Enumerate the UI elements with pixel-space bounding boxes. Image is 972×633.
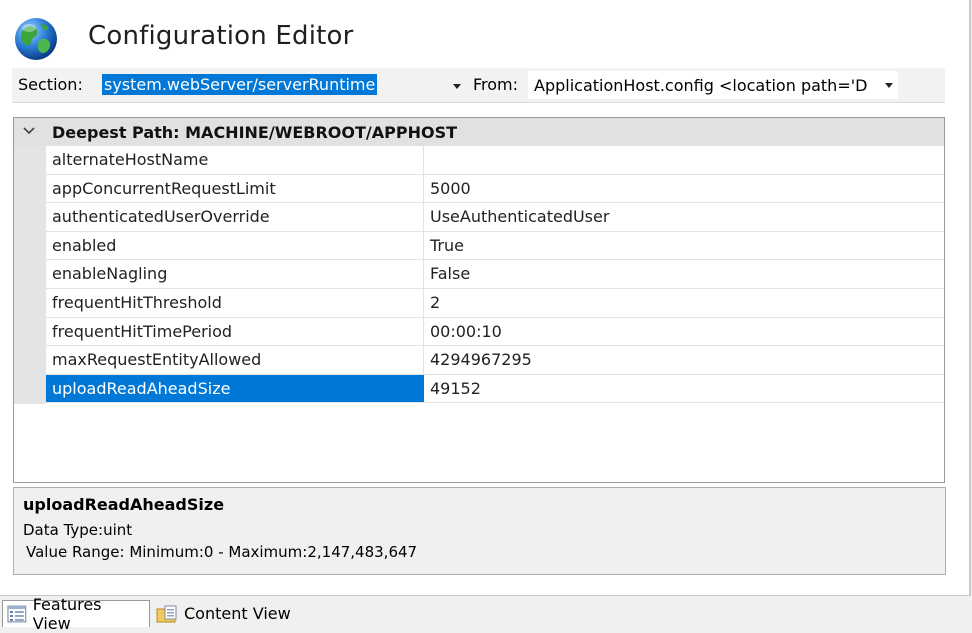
property-value[interactable]: 4294967295: [430, 346, 532, 374]
section-bar: Section: system.webServer/serverRuntime …: [12, 68, 945, 103]
property-row[interactable]: appConcurrentRequestLimit 5000: [46, 174, 944, 204]
property-row-selected[interactable]: uploadReadAheadSize 49152: [46, 374, 944, 404]
details-data-type: Data Type:uint: [23, 521, 133, 539]
property-value[interactable]: UseAuthenticatedUser: [430, 203, 609, 231]
section-dropdown[interactable]: system.webServer/serverRuntime: [102, 74, 468, 98]
property-value[interactable]: True: [430, 232, 464, 260]
from-label: From:: [473, 75, 519, 94]
tab-label: Content View: [184, 604, 291, 623]
tab-content-view[interactable]: Content View: [152, 600, 312, 627]
property-name[interactable]: frequentHitTimePeriod: [46, 317, 424, 346]
property-rows: alternateHostName appConcurrentRequestLi…: [46, 146, 944, 404]
grid-gutter: [14, 146, 46, 404]
property-value[interactable]: 49152: [430, 375, 481, 403]
property-row[interactable]: enableNagling False: [46, 260, 944, 289]
from-dropdown[interactable]: ApplicationHost.config <location path='D: [528, 71, 898, 99]
details-value-range: Value Range: Minimum:0 - Maximum:2,147,4…: [26, 543, 418, 561]
deepest-path-label: Deepest Path: MACHINE/WEBROOT/APPHOST: [52, 123, 458, 142]
section-dropdown-value[interactable]: system.webServer/serverRuntime: [102, 74, 378, 95]
page-title: Configuration Editor: [88, 21, 354, 51]
features-view-icon: [7, 605, 27, 623]
property-value[interactable]: 5000: [430, 175, 471, 203]
tab-features-view[interactable]: Features View: [2, 595, 150, 633]
globe-icon: [15, 18, 57, 60]
property-details-panel: uploadReadAheadSize Data Type:uint Value…: [13, 487, 946, 575]
details-title: uploadReadAheadSize: [23, 495, 225, 514]
property-name[interactable]: enableNagling: [46, 260, 424, 288]
view-tabs: Features View Content View: [0, 595, 972, 633]
property-row[interactable]: maxRequestEntityAllowed 4294967295: [46, 346, 944, 375]
property-value[interactable]: False: [430, 260, 470, 288]
property-row[interactable]: alternateHostName: [46, 146, 944, 175]
property-name[interactable]: appConcurrentRequestLimit: [46, 174, 424, 203]
property-name[interactable]: alternateHostName: [46, 146, 424, 174]
property-name[interactable]: maxRequestEntityAllowed: [46, 346, 424, 374]
property-row[interactable]: enabled True: [46, 231, 944, 261]
collapse-chevron-icon[interactable]: [22, 124, 36, 138]
from-dropdown-value[interactable]: ApplicationHost.config <location path='D: [534, 76, 867, 95]
property-grid: Deepest Path: MACHINE/WEBROOT/APPHOST al…: [13, 117, 945, 483]
property-name[interactable]: frequentHitThreshold: [46, 288, 424, 317]
grid-group-header[interactable]: Deepest Path: MACHINE/WEBROOT/APPHOST: [14, 118, 944, 146]
section-label: Section:: [18, 75, 83, 94]
configuration-editor-panel: Configuration Editor Section: system.web…: [0, 0, 971, 596]
title-row: Configuration Editor: [12, 14, 354, 64]
property-value[interactable]: 00:00:10: [430, 318, 502, 346]
content-view-icon: [156, 605, 177, 622]
property-name[interactable]: authenticatedUserOverride: [46, 203, 424, 231]
property-value[interactable]: 2: [430, 289, 440, 317]
property-row[interactable]: frequentHitThreshold 2: [46, 288, 944, 318]
chevron-down-icon[interactable]: [885, 83, 893, 88]
tab-label: Features View: [32, 595, 102, 633]
property-row[interactable]: authenticatedUserOverride UseAuthenticat…: [46, 203, 944, 232]
property-name[interactable]: enabled: [46, 231, 424, 260]
property-row[interactable]: frequentHitTimePeriod 00:00:10: [46, 317, 944, 347]
property-name[interactable]: uploadReadAheadSize: [46, 374, 424, 403]
chevron-down-icon[interactable]: [453, 84, 461, 89]
